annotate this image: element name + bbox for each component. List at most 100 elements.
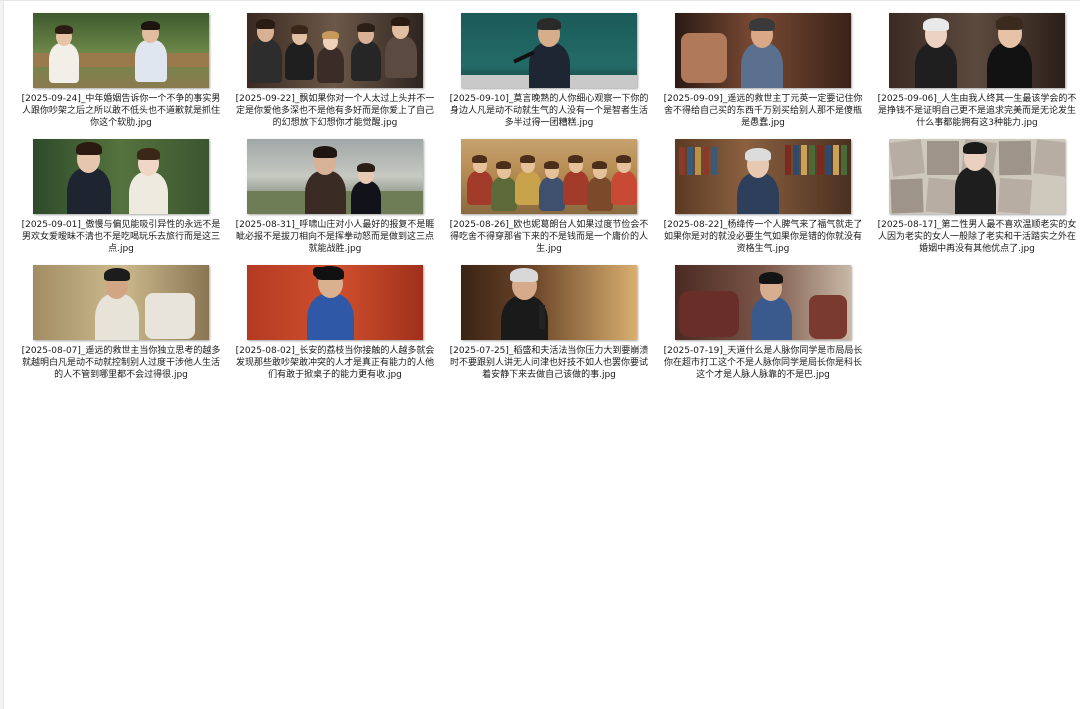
thumbnail-shape	[563, 170, 589, 205]
file-item[interactable]: [2025-09-09]_遥远的救世主丁元英一定要记住你舍不得给自己买的东西千万…	[656, 13, 870, 139]
file-thumbnail[interactable]	[675, 265, 851, 340]
thumbnail-shape	[890, 178, 924, 214]
thumbnail-shape	[49, 43, 79, 83]
thumbnail-shape	[927, 141, 959, 175]
thumbnail-shape	[313, 267, 339, 277]
file-thumbnail[interactable]	[675, 139, 851, 214]
thumbnail-shape	[75, 142, 102, 156]
thumbnail-shape	[322, 31, 339, 40]
file-item[interactable]: [2025-09-01]_傲慢与偏见能吸引异性的永远不是男欢女爱暧昧不清也不是吃…	[14, 139, 228, 265]
thumbnail-shape	[955, 166, 996, 214]
thumbnail-shape	[759, 272, 784, 285]
file-thumbnail[interactable]	[33, 265, 209, 340]
file-name-label[interactable]: [2025-07-25]_稻盛和夫活法当你压力大到要崩溃时不要跟别人讲无人问津也…	[446, 345, 652, 381]
file-thumbnail[interactable]	[461, 139, 637, 214]
thumbnail-shape	[681, 33, 727, 83]
file-thumbnail[interactable]	[461, 265, 637, 340]
thumbnail-shape	[472, 155, 488, 163]
thumbnail-shape	[695, 147, 701, 175]
file-thumbnail[interactable]	[247, 13, 423, 88]
thumbnail-shape	[568, 155, 584, 163]
file-item[interactable]: [2025-08-02]_长安的荔枝当你接触的人越多就会发现那些敢吵架敢冲突的人…	[228, 265, 442, 391]
thumbnail-shape	[745, 148, 771, 161]
thumbnail-shape	[307, 293, 354, 340]
thumbnail-shape	[1033, 139, 1065, 177]
thumbnail-shape	[103, 268, 130, 282]
file-name-label[interactable]: [2025-09-09]_遥远的救世主丁元英一定要记住你舍不得给自己买的东西千万…	[660, 93, 866, 129]
thumbnail-shape	[539, 305, 545, 329]
thumbnail-shape	[529, 42, 570, 88]
thumbnail-shape	[67, 168, 111, 214]
thumbnail-shape	[833, 145, 839, 175]
file-name-label[interactable]: [2025-09-01]_傲慢与偏见能吸引异性的永远不是男欢女爱暧昧不清也不是吃…	[18, 219, 224, 255]
file-thumbnail[interactable]	[889, 13, 1065, 88]
file-name-label[interactable]: [2025-08-07]_遥远的救世主当你独立思考的越多就越明白凡是动不动就控制…	[18, 345, 224, 381]
file-thumbnail[interactable]	[247, 265, 423, 340]
thumbnail-shape	[963, 142, 988, 155]
thumbnail-shape	[616, 155, 632, 163]
thumbnail-shape	[391, 16, 411, 27]
thumbnail-shape	[587, 176, 613, 211]
thumbnail-shape	[889, 139, 925, 177]
thumbnail-shape	[679, 147, 685, 175]
thumbnail-shape	[357, 23, 375, 32]
file-item[interactable]: [2025-07-19]_天道什么是人脉你同学是市局局长你在超市打工这个不是人脉…	[656, 265, 870, 391]
file-item[interactable]: [2025-09-10]_莫言晚熟的人你细心观察一下你的身边人凡是动不动就生气的…	[442, 13, 656, 139]
file-thumbnail[interactable]	[889, 139, 1065, 214]
file-item[interactable]: [2025-09-06]_人生由我人终其一生最该学会的不是挣钱不是证明自己更不是…	[870, 13, 1080, 139]
file-thumbnail[interactable]	[33, 13, 209, 88]
file-name-label[interactable]: [2025-08-22]_杨绛传一个人脾气来了福气就走了如果你是对的就没必要生气…	[660, 219, 866, 255]
thumbnail-shape	[841, 145, 847, 175]
thumbnail-shape	[129, 171, 168, 214]
thumbnail-shape	[544, 161, 560, 169]
file-name-label[interactable]: [2025-08-26]_欧也妮葛朗台人如果过度节俭会不得吃舍不得穿那省下来的不…	[446, 219, 652, 255]
file-thumbnail[interactable]	[247, 139, 423, 214]
thumbnail-shape	[249, 38, 282, 83]
file-thumbnail[interactable]	[675, 13, 851, 88]
thumbnail-shape	[809, 295, 847, 339]
file-name-label[interactable]: [2025-08-02]_长安的荔枝当你接触的人越多就会发现那些敢吵架敢冲突的人…	[232, 345, 438, 381]
thumbnail-shape	[313, 146, 338, 159]
file-item[interactable]: [2025-08-07]_遥远的救世主当你独立思考的越多就越明白凡是动不动就控制…	[14, 265, 228, 391]
file-item[interactable]: [2025-09-24]_中年婚姻告诉你一个不争的事实男人跟你吵架之后之所以敢不…	[14, 13, 228, 139]
file-item[interactable]: [2025-08-22]_杨绛传一个人脾气来了福气就走了如果你是对的就没必要生气…	[656, 139, 870, 265]
thumbnail-shape	[741, 43, 783, 88]
file-name-label[interactable]: [2025-09-06]_人生由我人终其一生最该学会的不是挣钱不是证明自己更不是…	[874, 93, 1080, 129]
file-name-label[interactable]: [2025-08-31]_呼啸山庄对小人最好的报复不是睚眦必报不是拔刀相向不是挥…	[232, 219, 438, 255]
thumbnail-shape	[703, 147, 709, 175]
file-item[interactable]: [2025-08-26]_欧也妮葛朗台人如果过度节俭会不得吃舍不得穿那省下来的不…	[442, 139, 656, 265]
thumbnail-shape	[711, 147, 717, 175]
thumbnail-shape	[290, 25, 308, 34]
thumbnail-shape	[539, 176, 565, 211]
file-item[interactable]: [2025-08-31]_呼啸山庄对小人最好的报复不是睚眦必报不是拔刀相向不是挥…	[228, 139, 442, 265]
thumbnail-shape	[145, 293, 195, 339]
thumbnail-shape	[496, 161, 512, 169]
thumbnail-shape	[915, 43, 957, 88]
file-thumbnail[interactable]	[461, 13, 637, 88]
file-name-label[interactable]: [2025-09-24]_中年婚姻告诉你一个不争的事实男人跟你吵架之后之所以敢不…	[18, 93, 224, 129]
thumbnail-shape	[317, 47, 344, 84]
file-name-label[interactable]: [2025-07-19]_天道什么是人脉你同学是市局局长你在超市打工这个不是人脉…	[660, 345, 866, 381]
file-name-label[interactable]: [2025-09-22]_飘如果你对一个人太过上头并不一定是你爱他多深也不是他有…	[232, 93, 438, 129]
thumbnail-shape	[255, 18, 276, 29]
file-thumbnail[interactable]	[33, 139, 209, 214]
thumbnail-shape	[467, 170, 493, 205]
thumbnail-shape	[825, 145, 831, 175]
file-name-label[interactable]: [2025-08-17]_第二性男人最不喜欢温顺老实的女人因为老实的女人一般除了…	[874, 219, 1080, 255]
file-explorer-window: [2025-09-24]_中年婚姻告诉你一个不争的事实男人跟你吵架之后之所以敢不…	[0, 0, 1080, 709]
file-item[interactable]: [2025-07-25]_稻盛和夫活法当你压力大到要崩溃时不要跟别人讲无人问津也…	[442, 265, 656, 391]
thumbnail-shape	[135, 39, 167, 82]
thumbnail-shape	[996, 16, 1023, 30]
thumbnail-shape	[305, 170, 346, 214]
thumbnail-shape	[785, 145, 791, 175]
thumbnail-shape	[537, 18, 562, 31]
file-item[interactable]: [2025-09-22]_飘如果你对一个人太过上头并不一定是你爱他多深也不是他有…	[228, 13, 442, 139]
thumbnail-shape	[997, 177, 1033, 214]
thumbnail-shape	[687, 147, 693, 175]
thumbnail-shape	[141, 20, 161, 31]
file-name-label[interactable]: [2025-09-10]_莫言晚熟的人你细心观察一下你的身边人凡是动不动就生气的…	[446, 93, 652, 129]
thumbnail-shape	[357, 163, 375, 172]
thumbnail-shape	[998, 140, 1032, 176]
file-item[interactable]: [2025-08-17]_第二性男人最不喜欢温顺老实的女人因为老实的女人一般除了…	[870, 139, 1080, 265]
thumbnail-shape	[592, 161, 608, 169]
